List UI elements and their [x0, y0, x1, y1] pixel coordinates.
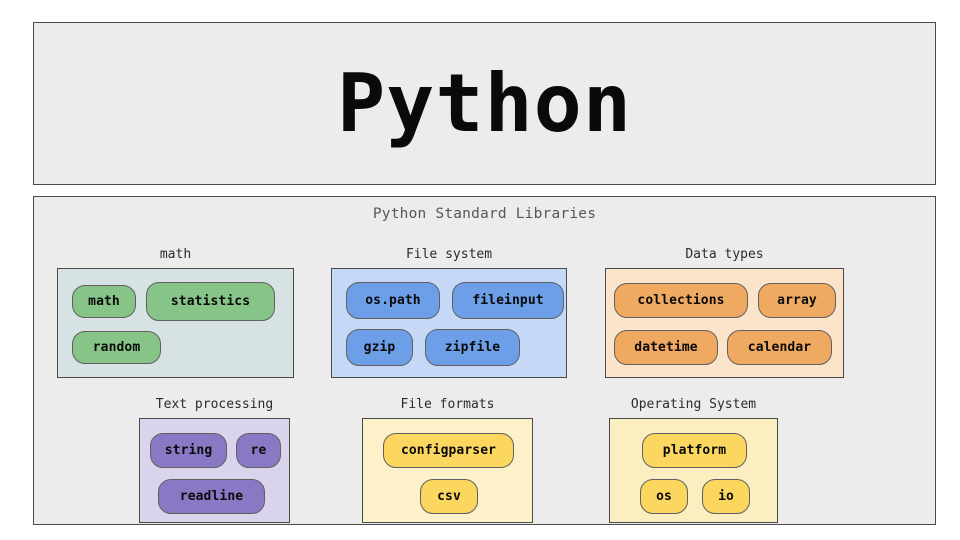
- module-pill-platform[interactable]: platform: [642, 433, 747, 468]
- group-box-file-formats: configparser csv: [362, 418, 533, 523]
- page-title: Python: [337, 56, 632, 150]
- module-pill-os-path[interactable]: os.path: [346, 282, 440, 319]
- group-label-math: math: [159, 247, 192, 262]
- group-label-file-formats: File formats: [400, 397, 495, 412]
- module-pill-string[interactable]: string: [150, 433, 227, 468]
- module-pill-collections[interactable]: collections: [614, 283, 748, 318]
- group-label-data-types: Data types: [685, 247, 764, 262]
- module-pill-random[interactable]: random: [72, 331, 161, 364]
- group-box-operating-system: platform os io: [609, 418, 778, 523]
- module-pill-csv[interactable]: csv: [420, 479, 478, 514]
- module-pill-array[interactable]: array: [758, 283, 836, 318]
- group-label-text-processing: Text processing: [155, 397, 274, 412]
- group-box-file-system: os.path fileinput gzip zipfile: [331, 268, 567, 378]
- module-pill-fileinput[interactable]: fileinput: [452, 282, 564, 319]
- standard-libraries-title: Python Standard Libraries: [372, 206, 597, 222]
- module-pill-re[interactable]: re: [236, 433, 281, 468]
- module-pill-math[interactable]: math: [72, 285, 136, 318]
- group-label-operating-system: Operating System: [630, 397, 757, 412]
- module-pill-calendar[interactable]: calendar: [727, 330, 832, 365]
- module-pill-statistics[interactable]: statistics: [146, 282, 275, 321]
- module-pill-readline[interactable]: readline: [158, 479, 265, 514]
- module-pill-io[interactable]: io: [702, 479, 750, 514]
- module-pill-os[interactable]: os: [640, 479, 688, 514]
- diagram-canvas: Python Python Standard Libraries math ma…: [0, 0, 960, 540]
- python-title-panel: Python: [33, 22, 936, 185]
- group-box-text-processing: string re readline: [139, 418, 290, 523]
- group-box-math: math statistics random: [57, 268, 294, 378]
- module-pill-zipfile[interactable]: zipfile: [425, 329, 520, 366]
- group-label-file-system: File system: [405, 247, 493, 262]
- module-pill-datetime[interactable]: datetime: [614, 330, 718, 365]
- group-box-data-types: collections array datetime calendar: [605, 268, 844, 378]
- module-pill-gzip[interactable]: gzip: [346, 329, 413, 366]
- module-pill-configparser[interactable]: configparser: [383, 433, 514, 468]
